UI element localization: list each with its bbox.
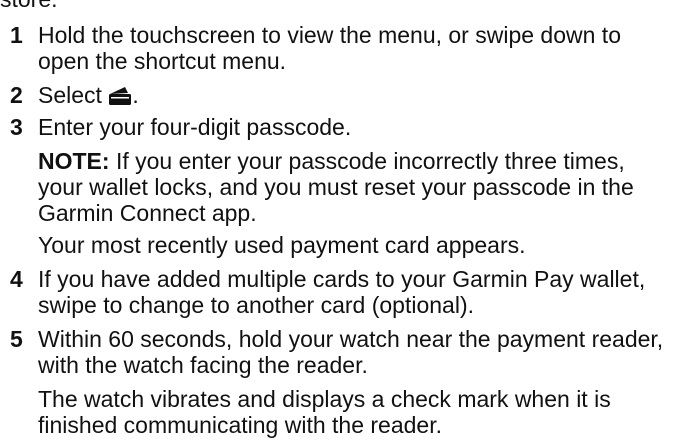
step-5-result: The watch vibrates and displays a check … [38,386,688,438]
wallet-icon [108,85,132,105]
step-line: swipe to change to another card (optiona… [38,292,474,318]
step-text: Enter your four-digit passcode. [38,114,352,140]
step-text-after: . [132,82,139,108]
step-text-before: Select [38,82,109,108]
step-text: Within 60 seconds, hold your watch near … [38,326,688,378]
result-line: The watch vibrates and displays a check … [38,386,611,412]
step-line: open the shortcut menu. [38,48,287,74]
step-line: Within 60 seconds, hold your watch near … [38,326,664,352]
step-number: 4 [10,266,23,292]
step-number: 2 [10,82,23,108]
step-text: Hold the touchscreen to view the menu, o… [38,22,688,74]
note-line: Garmin Connect app. [38,200,257,226]
step-line: Hold the touchscreen to view the menu, o… [38,22,621,48]
note-line: NOTE: If you enter your passcode incorre… [38,148,688,174]
manual-page: store. 1 Hold the touchscreen to view th… [0,0,694,442]
result-line: finished communicating with the reader. [38,412,442,438]
step-number: 5 [10,326,23,352]
section-heading-fragment: store. [0,0,58,12]
step-3-note: NOTE: If you enter your passcode incorre… [38,148,688,226]
note-line: your wallet locks, and you must reset yo… [38,174,634,200]
step-3-result: Your most recently used payment card app… [38,232,526,258]
step-line: If you have added multiple cards to your… [38,266,646,292]
step-number: 3 [10,114,23,140]
step-text: Select . [38,82,688,108]
step-text: If you have added multiple cards to your… [38,266,688,318]
step-line: with the watch facing the reader. [38,352,368,378]
note-text: If you enter your passcode incorrectly t… [109,148,625,174]
note-label: NOTE: [38,148,110,174]
step-number: 1 [10,22,23,48]
